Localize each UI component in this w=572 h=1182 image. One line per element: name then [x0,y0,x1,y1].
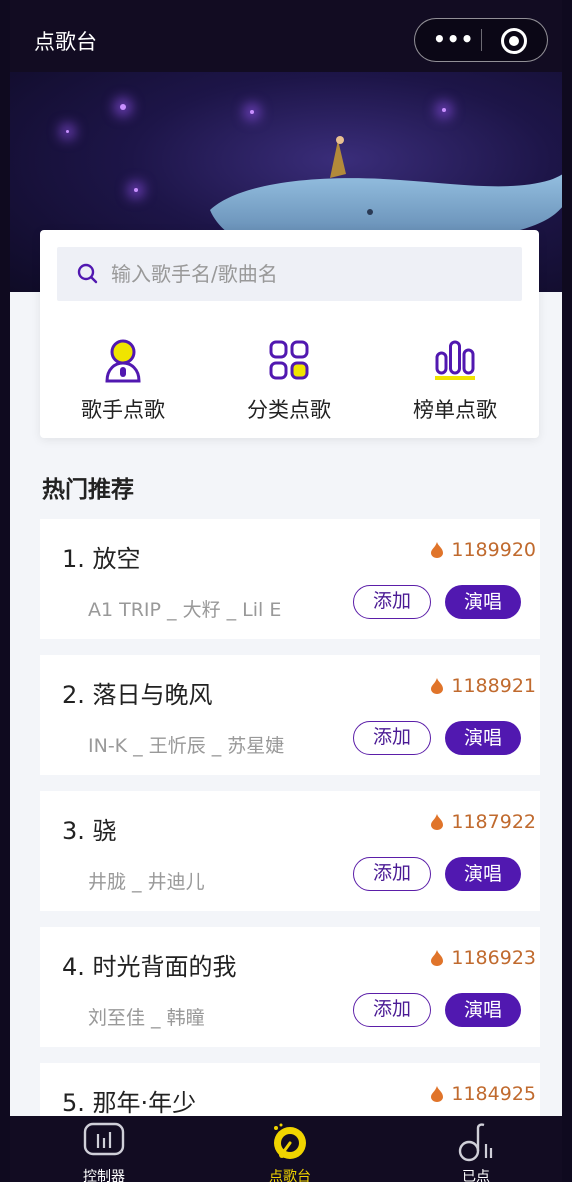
category-label: 分类点歌 [247,398,331,422]
tab-label: 已点 [462,1169,490,1182]
song-title: 5. 那年·年少 [62,1089,197,1117]
category-genre[interactable]: 分类点歌 [206,336,372,424]
bottom-nav: 控制器 点歌台 已点 [10,1116,562,1182]
heat-count: 1186923 [431,947,536,969]
chart-bars-icon [435,340,475,380]
tab-controller[interactable]: 控制器 [44,1122,164,1182]
song-title: 1. 放空 [62,545,141,573]
star-decoration [442,108,446,112]
mini-program-capsule: ••• [414,18,548,62]
tab-label: 控制器 [83,1169,125,1182]
song-artist: IN-K _ 王忻辰 _ 苏星婕 [88,735,285,757]
more-menu-button[interactable]: ••• [433,27,474,51]
song-artist: 刘至佳 _ 韩瞳 [88,1007,205,1029]
close-target-icon[interactable] [501,28,527,54]
fire-icon [431,678,444,694]
song-artist: 井胧 _ 井迪儿 [88,871,205,893]
song-title: 4. 时光背面的我 [62,953,237,981]
sing-button[interactable]: 演唱 [445,993,521,1027]
search-input[interactable] [111,247,511,301]
star-decoration [66,130,69,133]
star-decoration [120,104,126,110]
song-artist: A1 TRIP _ 大籽 _ Lil E [88,599,282,621]
heat-count: 1184925 [431,1083,536,1105]
heat-count: 1187922 [431,811,536,833]
music-disc-icon [274,1123,306,1159]
top-bar: 点歌台 ••• [10,0,562,72]
singer-icon [105,339,141,383]
tab-song-station[interactable]: 点歌台 [230,1122,350,1182]
heat-value: 1186923 [451,947,536,969]
search-category-card: 歌手点歌 分类点歌 榜单点歌 [40,230,539,438]
tab-label: 点歌台 [269,1169,311,1182]
category-label: 歌手点歌 [81,398,165,422]
star-decoration [134,188,138,192]
heat-count: 1188921 [431,675,536,697]
heat-value: 1184925 [451,1083,536,1105]
fire-icon [431,542,444,558]
heat-count: 1189920 [431,539,536,561]
song-item[interactable]: 2. 落日与晚风 1188921 IN-K _ 王忻辰 _ 苏星婕 添加 演唱 [40,655,540,775]
star-decoration [250,110,254,114]
category-singer[interactable]: 歌手点歌 [40,336,206,424]
page-title: 点歌台 [34,30,97,54]
search-bar[interactable] [57,247,522,301]
song-item[interactable]: 1. 放空 1189920 A1 TRIP _ 大籽 _ Lil E 添加 演唱 [40,519,540,639]
tv-controller-icon [83,1122,125,1156]
fire-icon [431,1086,444,1102]
heat-value: 1188921 [451,675,536,697]
add-button[interactable]: 添加 [353,721,431,755]
category-grid-icon [269,340,309,380]
fire-icon [431,950,444,966]
song-title: 2. 落日与晚风 [62,681,213,709]
add-button[interactable]: 添加 [353,857,431,891]
capsule-divider [481,29,482,51]
search-icon [77,263,98,284]
add-button[interactable]: 添加 [353,993,431,1027]
category-chart[interactable]: 榜单点歌 [372,336,538,424]
sing-button[interactable]: 演唱 [445,721,521,755]
music-note-icon [458,1123,493,1162]
frame-edge-right [562,0,572,1182]
tab-queued[interactable]: 已点 [416,1122,536,1182]
sing-button[interactable]: 演唱 [445,857,521,891]
sing-button[interactable]: 演唱 [445,585,521,619]
fire-icon [431,814,444,830]
song-item[interactable]: 4. 时光背面的我 1186923 刘至佳 _ 韩瞳 添加 演唱 [40,927,540,1047]
add-button[interactable]: 添加 [353,585,431,619]
song-title: 3. 骁 [62,817,117,845]
heat-value: 1189920 [451,539,536,561]
section-title: 热门推荐 [42,477,134,503]
category-label: 榜单点歌 [413,398,497,422]
song-item[interactable]: 3. 骁 1187922 井胧 _ 井迪儿 添加 演唱 [40,791,540,911]
heat-value: 1187922 [451,811,536,833]
frame-edge-left [0,0,10,1182]
